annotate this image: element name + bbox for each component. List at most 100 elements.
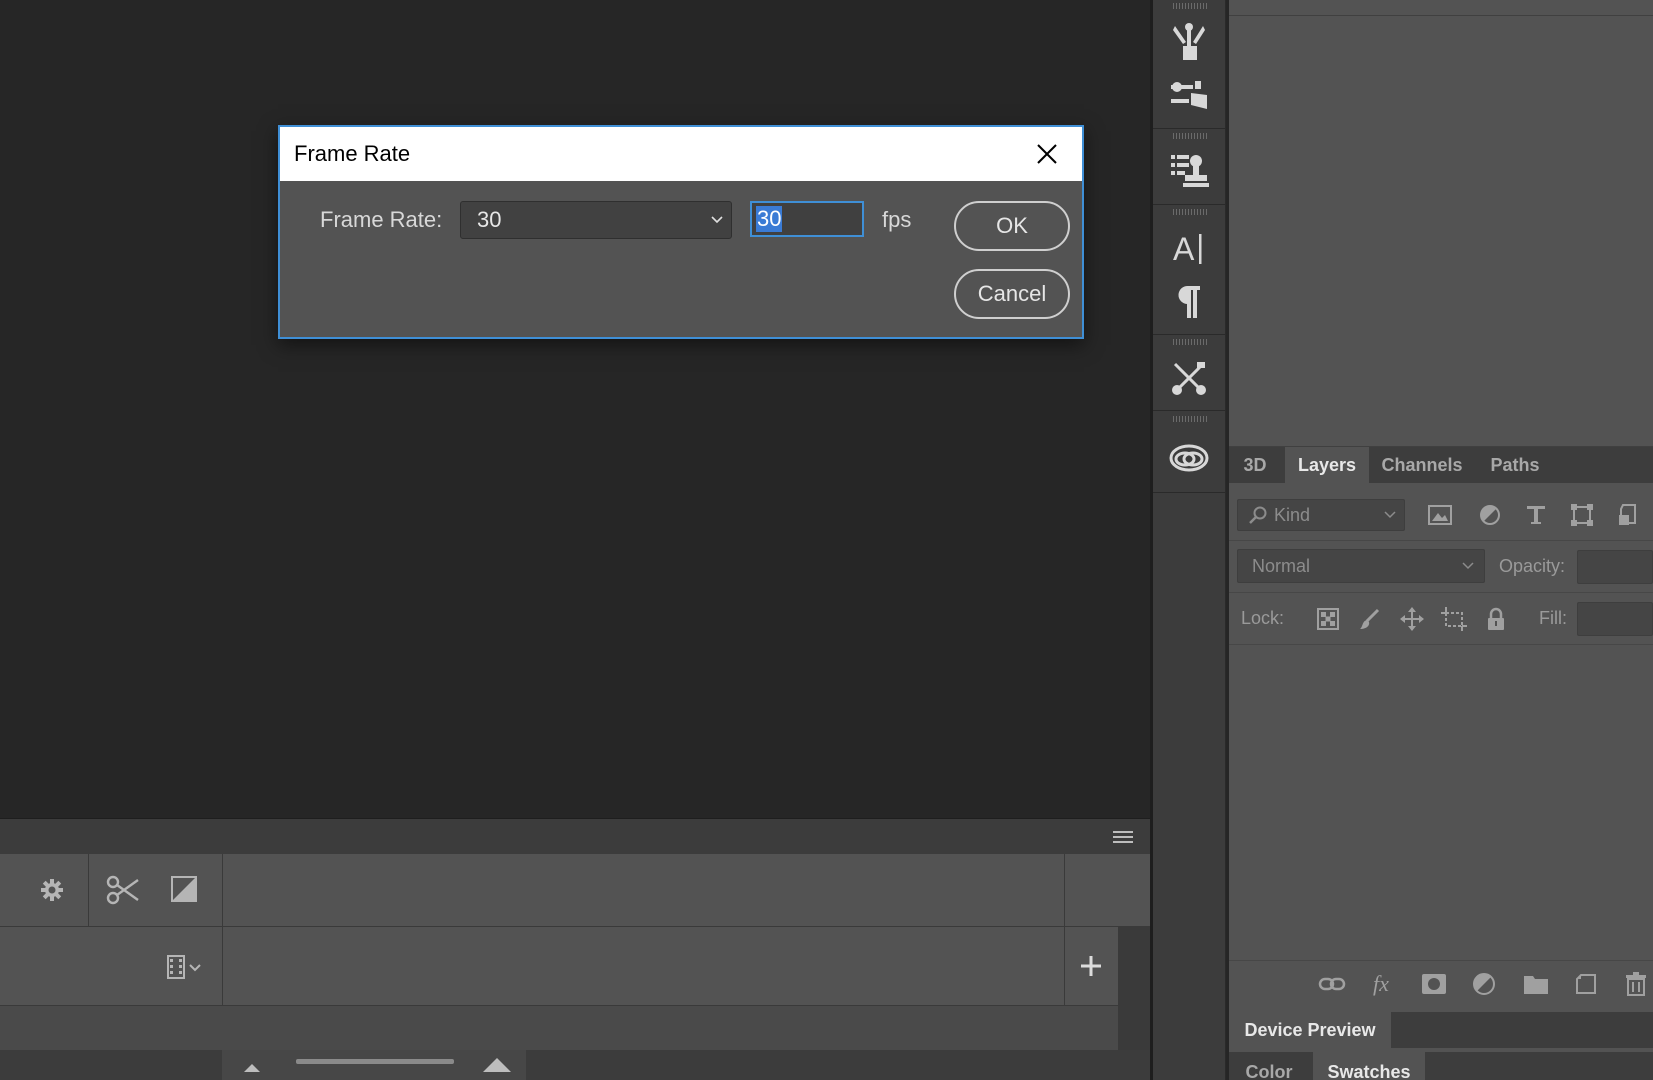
frame-rate-select-value: 30 — [477, 207, 502, 232]
frame-rate-select[interactable]: 30 — [460, 201, 732, 239]
strip-divider — [1153, 410, 1225, 411]
timeline-scrollbar[interactable] — [1118, 926, 1150, 1050]
add-track-plus-icon[interactable] — [1078, 953, 1104, 979]
properties-panel-top — [1229, 0, 1653, 16]
tool-presets-icon[interactable] — [1167, 356, 1211, 400]
zoom-in-icon[interactable] — [480, 1056, 514, 1074]
timeline-tools-row — [0, 854, 1150, 927]
track-divider — [222, 927, 223, 1005]
chevron-down-icon — [1384, 511, 1396, 519]
opacity-label: Opacity: — [1499, 556, 1566, 576]
blend-mode-select[interactable]: Normal — [1237, 549, 1485, 583]
film-track-icon[interactable] — [166, 953, 206, 981]
brushes-icon[interactable] — [1167, 20, 1211, 64]
timeline-panel — [0, 818, 1150, 1080]
svg-text:fx: fx — [1373, 971, 1389, 996]
new-group-icon[interactable] — [1521, 969, 1551, 999]
svg-text:A: A — [1173, 231, 1195, 267]
lock-label: Lock: — [1241, 608, 1285, 628]
dialog-title-bar: Frame Rate — [280, 127, 1082, 181]
tab-layers[interactable]: Layers — [1285, 447, 1369, 483]
right-panel-dock: 3D Layers Channels Paths Kind Normal Opa… — [1229, 0, 1653, 1080]
timeline-zoom-row — [0, 1050, 1150, 1080]
filter-smart-objects-icon[interactable] — [1613, 500, 1643, 530]
strip-divider — [1153, 128, 1225, 129]
strip-divider — [1153, 334, 1225, 335]
track-divider — [1064, 927, 1065, 1005]
brush-settings-icon[interactable] — [1167, 74, 1211, 118]
frame-rate-label: Frame Rate: — [320, 207, 443, 232]
paragraph-icon[interactable] — [1167, 280, 1211, 324]
transition-icon[interactable] — [171, 876, 197, 902]
tab-device-preview[interactable]: Device Preview — [1229, 1012, 1391, 1048]
close-button[interactable] — [1030, 137, 1064, 171]
zoom-out-icon[interactable] — [242, 1062, 262, 1074]
panel-grip[interactable] — [1173, 416, 1209, 422]
frame-rate-input-value: 30 — [756, 206, 783, 232]
add-mask-icon[interactable] — [1419, 969, 1449, 999]
filter-pixel-layers-icon[interactable] — [1425, 500, 1455, 530]
search-icon — [1249, 506, 1267, 524]
color-swatches-tab-bar: Color Swatches — [1229, 1052, 1653, 1080]
filter-adjustment-layers-icon[interactable] — [1475, 500, 1505, 530]
lock-transparent-pixels-icon[interactable] — [1313, 604, 1343, 634]
device-preview-tab-bar: Device Preview — [1229, 1012, 1653, 1048]
tab-paths[interactable]: Paths — [1477, 447, 1553, 483]
strip-divider — [1153, 492, 1225, 493]
upper-panel — [1229, 16, 1653, 447]
ok-button[interactable]: OK — [954, 201, 1070, 251]
frame-rate-dialog: Frame Rate Frame Rate: 30 30 fps OK Canc… — [278, 125, 1084, 339]
zoom-slider-track[interactable] — [296, 1059, 454, 1064]
panel-grip[interactable] — [1173, 339, 1209, 345]
filter-kind-label: Kind — [1274, 504, 1311, 525]
layers-footer: fx — [1229, 960, 1653, 1007]
filter-type-layers-icon[interactable] — [1521, 500, 1551, 530]
tool-divider — [88, 854, 89, 926]
panel-grip[interactable] — [1173, 209, 1209, 215]
lock-image-pixels-icon[interactable] — [1355, 604, 1385, 634]
timeline-header — [0, 818, 1150, 856]
timeline-empty-row — [0, 1006, 1118, 1050]
new-adjustment-layer-icon[interactable] — [1469, 969, 1499, 999]
new-layer-icon[interactable] — [1571, 969, 1601, 999]
panel-menu-icon[interactable] — [1112, 829, 1134, 845]
character-icon[interactable]: A — [1167, 226, 1211, 270]
tab-swatches[interactable]: Swatches — [1313, 1052, 1425, 1080]
panel-grip[interactable] — [1173, 3, 1209, 9]
panel-grip[interactable] — [1173, 133, 1209, 139]
tab-color[interactable]: Color — [1229, 1052, 1309, 1080]
opacity-input[interactable] — [1577, 550, 1653, 584]
panel-divider — [1229, 592, 1653, 593]
creative-cloud-libraries-icon[interactable] — [1167, 436, 1211, 480]
collapsed-panels-strip: A — [1153, 0, 1226, 1080]
layers-list[interactable] — [1229, 645, 1653, 961]
strip-divider — [1153, 204, 1225, 205]
layer-style-fx-icon[interactable]: fx — [1369, 969, 1399, 999]
filter-shape-layers-icon[interactable] — [1567, 500, 1597, 530]
clone-source-icon[interactable] — [1167, 148, 1211, 192]
close-icon — [1037, 144, 1057, 164]
settings-gear-icon[interactable] — [38, 876, 66, 904]
cancel-button[interactable]: Cancel — [954, 269, 1070, 319]
layer-filter-kind-select[interactable]: Kind — [1237, 499, 1405, 531]
tool-divider — [222, 854, 223, 926]
delete-layer-trash-icon[interactable] — [1621, 969, 1651, 999]
split-scissors-icon[interactable] — [106, 874, 140, 906]
fill-input[interactable] — [1577, 602, 1653, 636]
frame-rate-input[interactable]: 30 — [750, 201, 864, 237]
link-layers-icon[interactable] — [1317, 969, 1347, 999]
document-canvas — [0, 0, 1150, 818]
chevron-down-icon — [711, 216, 723, 224]
fps-unit-label: fps — [882, 207, 912, 232]
blend-mode-value: Normal — [1252, 555, 1311, 576]
chevron-down-icon — [1462, 562, 1474, 570]
timeline-track-row — [0, 927, 1150, 1006]
lock-position-icon[interactable] — [1397, 604, 1427, 634]
tab-channels[interactable]: Channels — [1371, 447, 1473, 483]
lock-artboard-icon[interactable] — [1439, 604, 1469, 634]
panel-divider — [1229, 540, 1653, 541]
dialog-title: Frame Rate — [294, 141, 411, 166]
tool-divider — [1064, 854, 1065, 926]
lock-all-icon[interactable] — [1481, 604, 1511, 634]
tab-3d[interactable]: 3D — [1229, 447, 1281, 483]
